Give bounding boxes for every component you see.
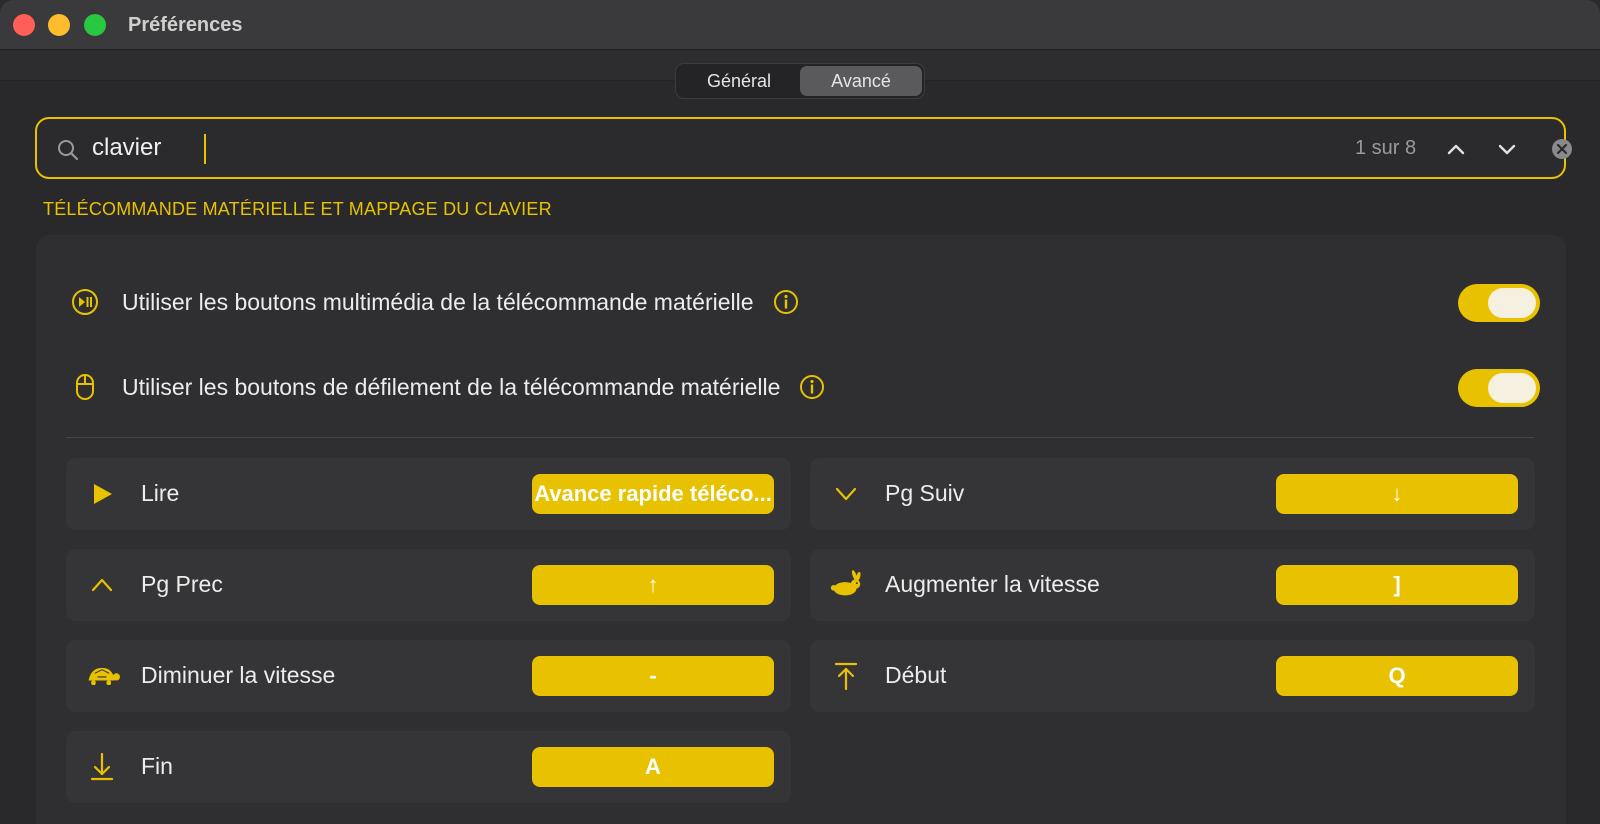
- section-header: TÉLÉCOMMANDE MATÉRIELLE ET MAPPAGE DU CL…: [43, 199, 552, 219]
- tab-general[interactable]: Général: [678, 66, 800, 96]
- search-field: 1 sur 8: [35, 117, 1572, 179]
- switch-knob: [1488, 288, 1536, 318]
- search-result-count: 1 sur 8: [1355, 137, 1417, 159]
- toggle-row-scroll: Utiliser les boutons de défilement de la…: [70, 357, 1540, 417]
- shortcut-key-button[interactable]: -: [532, 656, 774, 696]
- play-pause-circle-icon: [72, 289, 98, 315]
- next-result-chevron-down-icon[interactable]: [1493, 135, 1521, 163]
- minimize-window-button[interactable]: [48, 14, 70, 36]
- shortcut-key-button[interactable]: ]: [1276, 565, 1518, 605]
- shortcut-key-button[interactable]: Avance rapide téléco...: [532, 474, 774, 514]
- mapping-label: Pg Prec: [141, 571, 223, 597]
- scroll-toggle-switch[interactable]: [1458, 369, 1540, 407]
- toggle-label: Utiliser les boutons de défilement de la…: [122, 373, 781, 400]
- shortcut-key-button[interactable]: ↑: [532, 565, 774, 605]
- tortoise-icon: [84, 660, 120, 692]
- mapping-card-play: Lire Avance rapide téléco...: [66, 458, 791, 530]
- previous-result-chevron-up-icon[interactable]: [1442, 135, 1470, 163]
- mapping-label: Diminuer la vitesse: [141, 662, 336, 688]
- mapping-label: Pg Suiv: [885, 480, 965, 506]
- window-title: Préférences: [128, 14, 243, 36]
- mapping-label: Augmenter la vitesse: [885, 571, 1100, 597]
- chevron-up-icon: [84, 569, 120, 601]
- chevron-down-icon: [828, 478, 864, 510]
- clear-search-icon[interactable]: [1549, 136, 1575, 162]
- switch-knob: [1488, 373, 1536, 403]
- close-window-button[interactable]: [13, 14, 35, 36]
- search-icon: [58, 140, 79, 161]
- arrow-to-top-icon: [828, 660, 864, 692]
- divider: [66, 437, 1534, 438]
- shortcut-key-button[interactable]: ↓: [1276, 474, 1518, 514]
- text-cursor: [204, 134, 206, 164]
- info-icon[interactable]: [772, 288, 800, 316]
- mapping-card-page-down: Pg Suiv ↓: [810, 458, 1535, 530]
- mouse-icon: [76, 374, 94, 400]
- zoom-window-button[interactable]: [84, 14, 106, 36]
- info-icon[interactable]: [798, 373, 826, 401]
- search-input[interactable]: [92, 129, 1192, 167]
- arrow-to-bottom-icon: [84, 751, 120, 783]
- mapping-label: Début: [885, 662, 947, 688]
- mapping-card-start: Début Q: [810, 640, 1535, 712]
- mapping-card-end: Fin A: [66, 731, 791, 803]
- mapping-label: Lire: [141, 480, 180, 506]
- mapping-card-slow-down: Diminuer la vitesse -: [66, 640, 791, 712]
- multimedia-toggle-switch[interactable]: [1458, 284, 1540, 322]
- title-bar: Préférences: [0, 0, 1600, 50]
- shortcut-key-button[interactable]: Q: [1276, 656, 1518, 696]
- tab-bar: Général Avancé: [675, 63, 925, 99]
- toggle-row-multimedia: Utiliser les boutons multimédia de la té…: [70, 272, 1540, 332]
- preferences-window: Préférences Général Avancé 1 sur 8 TÉLÉC…: [0, 0, 1600, 824]
- tab-advanced[interactable]: Avancé: [800, 66, 922, 96]
- mapping-card-speed-up: Augmenter la vitesse ]: [810, 549, 1535, 621]
- mapping-card-page-up: Pg Prec ↑: [66, 549, 791, 621]
- shortcut-key-button[interactable]: A: [532, 747, 774, 787]
- mapping-label: Fin: [141, 753, 173, 779]
- toggle-label: Utiliser les boutons multimédia de la té…: [122, 288, 754, 315]
- hare-icon: [828, 569, 864, 601]
- play-icon: [84, 478, 120, 510]
